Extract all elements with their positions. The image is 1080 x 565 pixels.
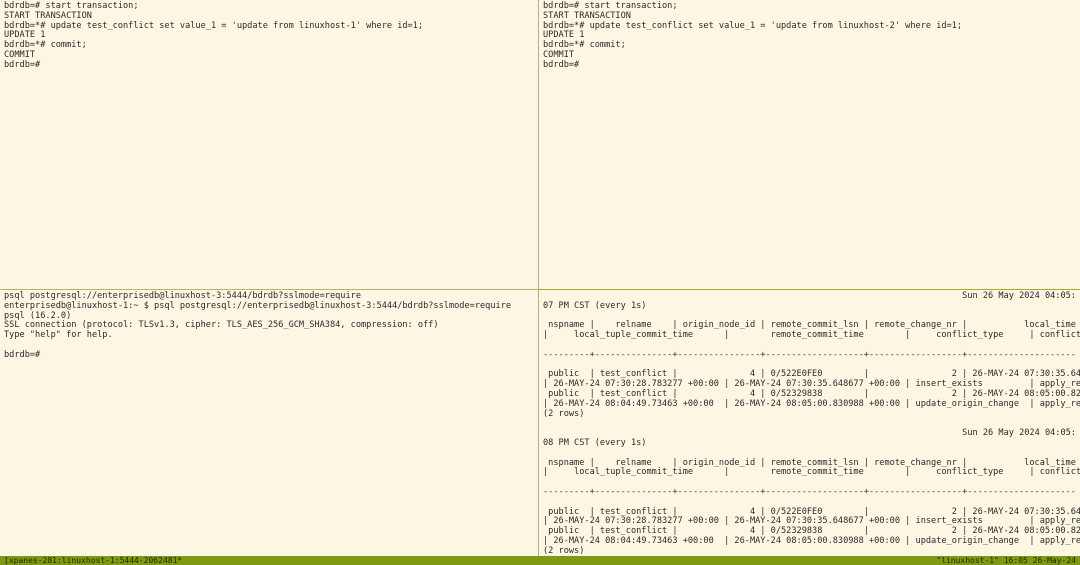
status-host-clock: "linuxhost-1" 16:05 26-May-24 [936,556,1076,565]
terminal-line: bdrdb=*# update test_conflict set value_… [4,20,424,31]
terminal-line: bdrdb=*# commit; [543,40,626,51]
terminal-line: COMMIT [4,49,36,60]
tmux-status-bar: [xpanes-281:linuxhost-1:5444-2062481* "l… [0,556,1080,565]
tmux-pane-top-left[interactable]: bdrdb=# start transaction; START TRANSAC… [0,0,538,289]
watch-timestamp-tail: 08 PM CST (every 1s) [543,437,647,448]
terminal-line: enterprisedb@linuxhost-1:~ $ psql postgr… [4,300,512,311]
tmux-pane-top-right[interactable]: bdrdb=# start transaction; START TRANSAC… [539,0,1080,289]
tmux-pane-bottom-right[interactable]: Sun 26 May 2024 04:05: 07 PM CST (every … [539,290,1080,555]
table-header: | local_tuple_commit_time | remote_commi… [543,467,1080,478]
table-rule: ---------+---------------+--------------… [543,350,1076,360]
terminal-line: Type "help" for help. [4,330,113,341]
terminal-prompt[interactable]: bdrdb=# [4,60,534,71]
watch-timestamp-tail: 07 PM CST (every 1s) [543,300,647,311]
pane-divider-vertical[interactable] [538,0,539,556]
table-row: | 26-MAY-24 08:04:49.73463 +00:00 | 26-M… [543,398,1080,409]
terminal-prompt[interactable]: bdrdb=# [543,60,1076,71]
status-session-name[interactable]: [xpanes-281:linuxhost-1:5444-2062481* [4,556,182,565]
terminal-line: COMMIT [543,49,575,60]
terminal-screen: bdrdb=# start transaction; START TRANSAC… [0,0,1080,565]
terminal-line: bdrdb=*# update test_conflict set value_… [543,20,963,31]
table-header: | local_tuple_commit_time | remote_commi… [543,330,1080,341]
row-count: (2 rows) [543,408,585,419]
terminal-prompt[interactable]: bdrdb=# [4,350,534,361]
terminal-line: bdrdb=*# commit; [4,40,87,51]
pane-divider-horizontal-active [539,289,1080,290]
table-rule: ---------+---------------+--------------… [543,487,1076,497]
tmux-pane-bottom-left[interactable]: psql postgresql://enterprisedb@linuxhost… [0,290,538,555]
row-count: (2 rows) [543,545,585,555]
table-row: | 26-MAY-24 08:04:49.73463 +00:00 | 26-M… [543,535,1080,546]
